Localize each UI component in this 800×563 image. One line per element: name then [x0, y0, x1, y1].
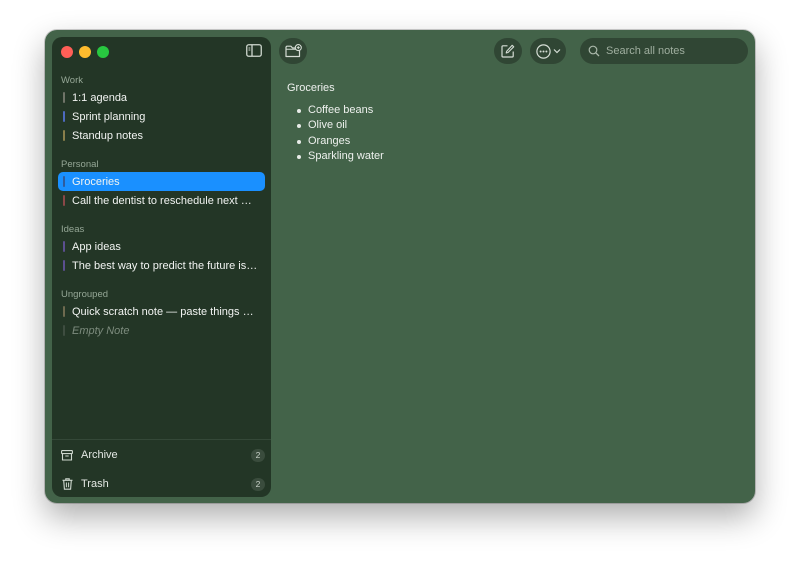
- sidebar: Work 1:1 agenda Sprint planning Standup …: [52, 37, 271, 497]
- archive-icon: [61, 449, 73, 461]
- chevron-down-icon: [553, 49, 560, 54]
- note-item-standup-notes[interactable]: Standup notes: [58, 126, 265, 145]
- note-title: Sprint planning: [72, 110, 146, 123]
- note-item-1-1-agenda[interactable]: 1:1 agenda: [58, 88, 265, 107]
- note-title: Standup notes: [72, 129, 143, 142]
- note-title: Quick scratch note — paste things here: [72, 305, 258, 318]
- more-options-button[interactable]: [530, 38, 566, 64]
- search-icon: [588, 45, 600, 57]
- folder-plus-icon: [284, 44, 302, 58]
- list-item[interactable]: Sparkling water: [287, 150, 727, 165]
- note-color-bar: [63, 260, 65, 271]
- note-item-predict-future[interactable]: The best way to predict the future is to…: [58, 256, 265, 275]
- note-title: 1:1 agenda: [72, 91, 128, 104]
- note-title: Call the dentist to reschedule next week: [72, 194, 258, 207]
- archive-button[interactable]: Archive 2: [61, 446, 265, 464]
- note-title: The best way to predict the future is to…: [72, 259, 258, 272]
- note-item-app-ideas[interactable]: App ideas: [58, 237, 265, 256]
- note-title: App ideas: [72, 240, 121, 253]
- trash-count-badge: 2: [251, 477, 265, 491]
- archive-count-badge: 2: [251, 448, 265, 462]
- zoom-window-button[interactable]: [97, 46, 109, 58]
- list-item[interactable]: Oranges: [287, 135, 727, 150]
- note-color-bar: [63, 92, 65, 103]
- section-header-personal: Personal: [61, 159, 99, 170]
- note-color-bar: [63, 306, 65, 317]
- note-color-bar: [63, 111, 65, 122]
- trash-button[interactable]: Trash 2: [61, 475, 265, 493]
- trash-icon: [61, 478, 73, 490]
- new-note-button[interactable]: [494, 38, 522, 64]
- note-title: Empty Note: [72, 324, 130, 337]
- section-header-ungrouped: Ungrouped: [61, 289, 109, 300]
- note-color-bar: [63, 176, 65, 187]
- compose-icon: [501, 44, 515, 58]
- sidebar-icon: [246, 44, 262, 57]
- minimize-window-button[interactable]: [79, 46, 91, 58]
- note-item-sprint-planning[interactable]: Sprint planning: [58, 107, 265, 126]
- note-item-empty-note[interactable]: Empty Note: [58, 321, 265, 340]
- note-heading[interactable]: Groceries: [287, 82, 727, 98]
- list-item[interactable]: Coffee beans: [287, 104, 727, 119]
- ellipsis-circle-icon: [535, 43, 551, 59]
- note-color-bar: [63, 241, 65, 252]
- trash-label: Trash: [81, 478, 109, 490]
- note-item-quick-scratch[interactable]: Quick scratch note — paste things here: [58, 302, 265, 321]
- search-field[interactable]: [580, 38, 748, 64]
- app-window: Work 1:1 agenda Sprint planning Standup …: [45, 30, 755, 503]
- sidebar-divider: [52, 439, 271, 440]
- window-controls: [61, 46, 109, 58]
- note-item-groceries[interactable]: Groceries: [58, 172, 265, 191]
- note-color-bar: [63, 195, 65, 206]
- note-item-call-dentist[interactable]: Call the dentist to reschedule next week: [58, 191, 265, 210]
- note-title: Groceries: [72, 175, 120, 188]
- archive-label: Archive: [81, 449, 118, 461]
- section-header-work: Work: [61, 75, 83, 86]
- bullet-list: Coffee beans Olive oil Oranges Sparkling…: [287, 104, 727, 165]
- new-folder-button[interactable]: [279, 38, 307, 64]
- note-color-bar: [63, 325, 65, 336]
- close-window-button[interactable]: [61, 46, 73, 58]
- search-input[interactable]: [606, 45, 746, 57]
- note-color-bar: [63, 130, 65, 141]
- section-header-ideas: Ideas: [61, 224, 85, 235]
- list-item[interactable]: Olive oil: [287, 119, 727, 134]
- sidebar-toggle-button[interactable]: [245, 43, 263, 58]
- note-editor[interactable]: Groceries Coffee beans Olive oil Oranges…: [287, 82, 727, 165]
